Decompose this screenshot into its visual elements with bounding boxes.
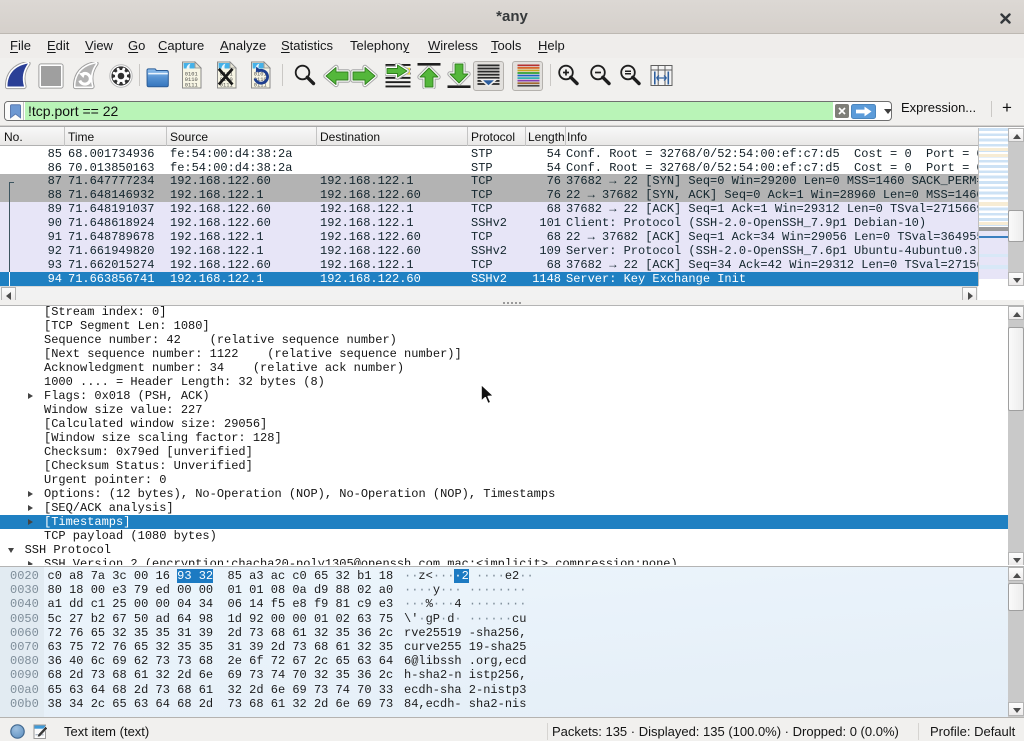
svg-text:0111: 0111: [185, 83, 198, 89]
